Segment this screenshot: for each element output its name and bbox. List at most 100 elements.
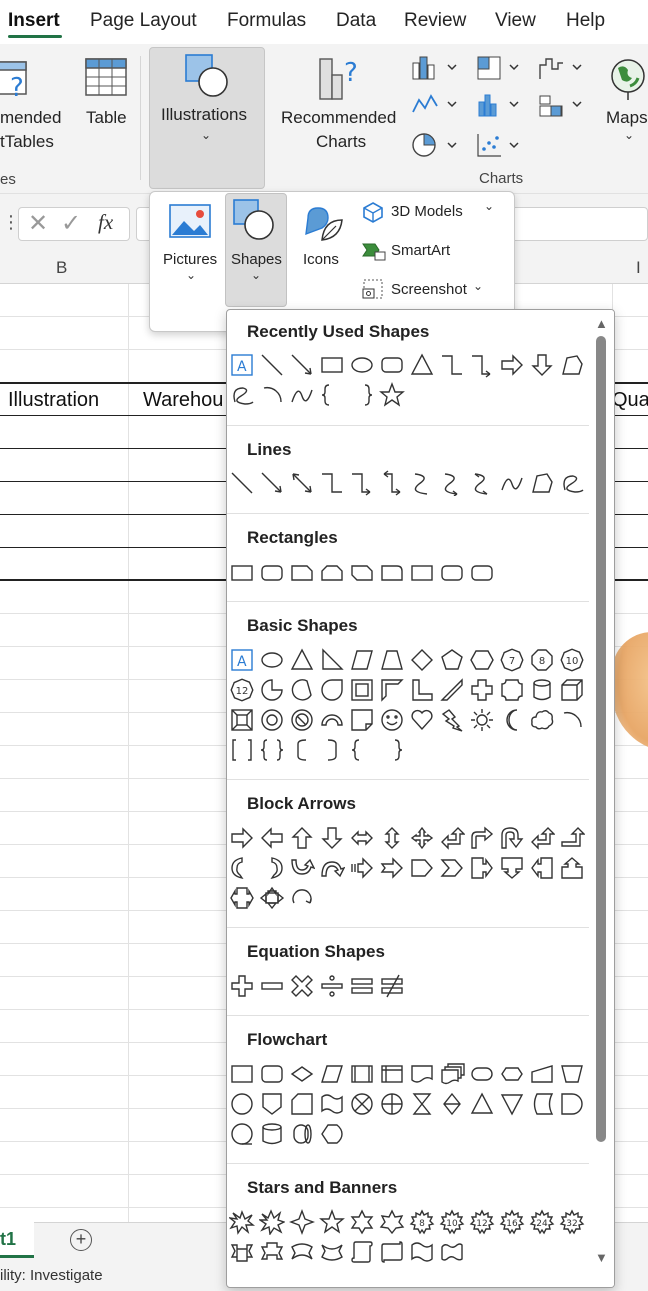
scribble-icon[interactable] [559, 470, 585, 496]
curved-r-icon[interactable] [229, 855, 255, 881]
fc-doc-icon[interactable] [409, 1061, 435, 1087]
ribbon-c-d-icon[interactable] [289, 1239, 315, 1265]
trap-icon[interactable] [379, 647, 405, 673]
smartart-icon[interactable] [361, 240, 387, 262]
lrarrow-icon[interactable] [349, 825, 375, 851]
numbered-shape-icon[interactable]: 8 [409, 1209, 435, 1235]
left-up-icon[interactable] [529, 825, 555, 851]
rrect-icon[interactable] [379, 352, 405, 378]
curve-d-a-icon[interactable] [469, 470, 495, 496]
circ-arrow-icon[interactable] [289, 885, 315, 911]
scurve-icon[interactable] [499, 470, 525, 496]
scroll-up-icon[interactable]: ▲ [595, 316, 608, 331]
darrow2-icon[interactable] [319, 825, 345, 851]
call-quad-icon[interactable] [259, 885, 285, 911]
equal-icon[interactable] [349, 973, 375, 999]
cell-header-quantity[interactable]: Qua [612, 389, 648, 412]
textbox-icon[interactable]: A [229, 352, 255, 378]
call-l-r-icon[interactable] [229, 885, 255, 911]
fc-delay-icon[interactable] [559, 1091, 585, 1117]
insert-function-icon[interactable]: fx [98, 210, 113, 235]
bent-up-icon[interactable] [559, 825, 585, 851]
can-icon[interactable] [529, 677, 555, 703]
fc-sum-j-icon[interactable] [349, 1091, 375, 1117]
numbered-shape-icon[interactable]: 16 [499, 1209, 525, 1235]
fc-decision-icon[interactable] [289, 1061, 315, 1087]
screenshot-icon[interactable] [361, 277, 385, 301]
tab-insert[interactable]: Insert [8, 10, 60, 32]
curved-d-icon[interactable] [319, 855, 345, 881]
bracket-pair-icon[interactable] [229, 737, 255, 763]
star6-icon[interactable] [349, 1209, 375, 1235]
ribbon-u-icon[interactable] [259, 1239, 285, 1265]
striped-icon[interactable] [349, 855, 375, 881]
rbrace-icon[interactable] [379, 737, 405, 763]
chevron-down-icon[interactable]: ⌄ [473, 279, 483, 293]
freeform-icon[interactable] [559, 352, 585, 378]
fc-stored-icon[interactable] [529, 1091, 555, 1117]
scrollbar-thumb[interactable] [596, 336, 606, 1142]
elbow-a-icon[interactable] [349, 470, 375, 496]
fc-process-icon[interactable] [229, 1061, 255, 1087]
pie-chart-icon[interactable] [410, 131, 458, 159]
fc-tape-icon[interactable] [319, 1091, 345, 1117]
notched-icon[interactable] [379, 855, 405, 881]
call-l-icon[interactable] [529, 855, 555, 881]
halfframe-icon[interactable] [379, 677, 405, 703]
fc-mag-icon[interactable] [259, 1121, 285, 1147]
numbered-shape-icon[interactable]: 8 [529, 647, 555, 673]
call-u-icon[interactable] [559, 855, 585, 881]
not-equal-icon[interactable] [379, 973, 405, 999]
diamond-icon[interactable] [409, 647, 435, 673]
scribble-icon[interactable] [229, 382, 255, 408]
divide-icon[interactable] [319, 973, 345, 999]
larrow-icon[interactable] [259, 825, 285, 851]
hex-icon[interactable] [469, 647, 495, 673]
rect-icon[interactable] [409, 560, 435, 586]
uarrow-icon[interactable] [289, 825, 315, 851]
arrow-icon[interactable] [289, 352, 315, 378]
brace-icon[interactable] [319, 382, 345, 408]
scroll-v-icon[interactable] [349, 1239, 375, 1265]
para-icon[interactable] [349, 647, 375, 673]
fc-direct-icon[interactable] [289, 1121, 315, 1147]
numbered-shape-icon[interactable]: 24 [529, 1209, 555, 1235]
elbow-icon[interactable] [439, 352, 465, 378]
lbracket-icon[interactable] [289, 737, 315, 763]
fc-prep-icon[interactable] [499, 1061, 525, 1087]
star5-icon[interactable] [319, 1209, 345, 1235]
cell-header-illustration[interactable]: Illustration [8, 389, 99, 412]
snip-r-icon[interactable] [379, 560, 405, 586]
arrow-icon[interactable] [259, 470, 285, 496]
pie-icon[interactable] [259, 677, 285, 703]
fc-internal-icon[interactable] [379, 1061, 405, 1087]
snip1-icon[interactable] [289, 560, 315, 586]
udarrow-icon[interactable] [379, 825, 405, 851]
sheet-tab-sheet1[interactable]: t1 [0, 1222, 34, 1258]
fc-sort-icon[interactable] [439, 1091, 465, 1117]
chevron-icon[interactable] [439, 855, 465, 881]
column-chart-icon[interactable] [410, 55, 458, 81]
3d-models-icon[interactable] [362, 201, 384, 223]
pivottable-label-2[interactable]: tTables [0, 132, 54, 152]
accessibility-status[interactable]: ility: Investigate [0, 1267, 103, 1284]
fc-or-icon[interactable] [379, 1091, 405, 1117]
arc2-icon[interactable] [319, 707, 345, 733]
add-sheet-button[interactable]: + [70, 1229, 92, 1251]
minus-icon[interactable] [259, 973, 285, 999]
arc-icon[interactable] [259, 382, 285, 408]
cube-icon[interactable] [559, 677, 585, 703]
chevron-down-icon[interactable]: ⌄ [484, 199, 494, 213]
pent-arrow-icon[interactable] [409, 855, 435, 881]
ellipse-icon[interactable] [259, 647, 285, 673]
rect-icon[interactable] [319, 352, 345, 378]
fc-term-icon[interactable] [469, 1061, 495, 1087]
numbered-shape-icon[interactable]: 32 [559, 1209, 585, 1235]
table-icon[interactable] [84, 57, 128, 97]
scatter-chart-icon[interactable] [475, 131, 525, 159]
no-sym-icon[interactable] [289, 707, 315, 733]
rrect-icon[interactable] [259, 560, 285, 586]
curve-icon[interactable] [409, 470, 435, 496]
mult-icon[interactable] [289, 973, 315, 999]
chord-icon[interactable] [289, 677, 315, 703]
